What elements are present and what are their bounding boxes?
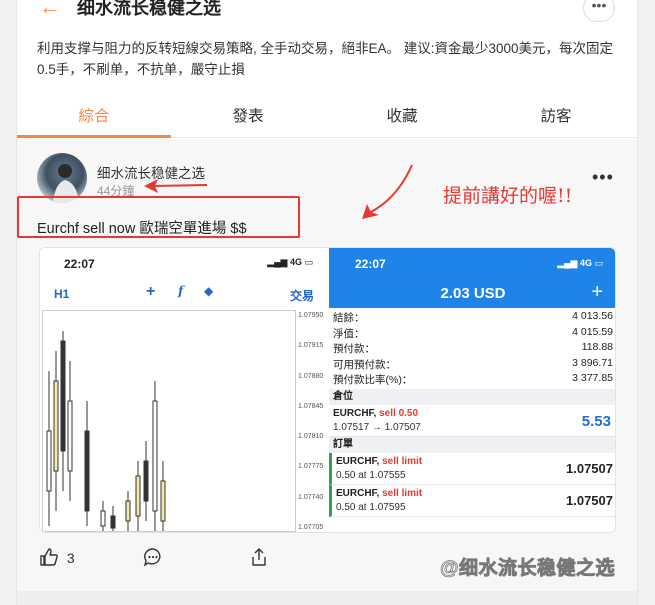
post-more-button[interactable]: ••• — [592, 167, 614, 188]
tab-favorites[interactable]: 收藏 — [325, 104, 479, 126]
order-symbol-text: EURCHF, — [336, 488, 380, 499]
candles — [46, 331, 166, 531]
thumbs-up-icon — [40, 548, 58, 566]
account-row-value: 4 015.59 — [572, 325, 613, 338]
order-side: sell limit — [382, 488, 423, 499]
price-tick: 1.07950 — [298, 312, 324, 319]
new-order-icon: + — [591, 281, 603, 303]
price-tick: 1.07705 — [298, 524, 324, 531]
price-tick: 1.07880 — [298, 373, 324, 380]
tab-visitors[interactable]: 訪客 — [479, 104, 633, 126]
tab-posts[interactable]: 發表 — [171, 104, 325, 126]
positions-section-title: 倉位 — [329, 389, 615, 405]
more-options-button[interactable]: ••• — [583, 0, 615, 22]
account-row: 預付款： 118.88 — [329, 341, 615, 357]
mt-trade-screen: 22:07 ▂▄▆ 4G ▭ 2.03 USD + 結餘： 4 013.56 淨值… — [329, 248, 615, 532]
indicator-icon: f — [178, 284, 184, 298]
account-row-value: 4 013.56 — [572, 310, 613, 322]
order-price: 1.07507 — [566, 493, 613, 508]
position-symbol-text: EURCHF, — [333, 408, 377, 419]
network-label: 4G — [289, 257, 302, 267]
trade-label: 交易 — [290, 289, 315, 303]
orders-section-title: 訂單 — [329, 437, 615, 453]
objects-icon: ◆ — [204, 284, 214, 298]
order-symbol: EURCHF, sell limit — [336, 456, 422, 467]
like-count: 3 — [66, 550, 75, 566]
tab-overview[interactable]: 綜合 — [17, 104, 171, 126]
timeframe-label: H1 — [54, 287, 70, 301]
status-bar: 22:07 ▂▄▆ 4G ▭ — [40, 248, 329, 278]
network-label: 4G — [579, 258, 592, 268]
account-row-label: 預付款比率(%)： — [333, 374, 413, 386]
order-side: sell limit — [382, 456, 423, 467]
account-row-label: 可用預付款： — [333, 358, 396, 371]
mt-chart-screen: 22:07 ▂▄▆ 4G ▭ H1 + f ◆ 交易 1.07950 1.079… — [40, 248, 329, 532]
order-symbol-text: EURCHF, — [336, 456, 380, 467]
account-row-label: 淨值： — [333, 327, 365, 340]
watermark: @细水流长稳健之选 — [440, 558, 616, 580]
network-indicator: ▂▄▆ 4G ▭ — [557, 258, 603, 268]
account-row-label: 結餘： — [333, 312, 365, 324]
order-row: EURCHF, sell limit 0.50 at 1.07595 1.075… — [329, 485, 615, 517]
order-detail: 0.50 at 1.07555 — [336, 470, 406, 481]
profile-description: 利用支撑与阻力的反转短線交易策略, 全手动交易，絕非EA。 建议:資金最少300… — [37, 41, 614, 77]
comment-button[interactable] — [143, 547, 163, 570]
position-profit: 5.53 — [581, 413, 611, 430]
page-title: 细水流长稳健之选 — [77, 0, 221, 18]
post-item: 细水流长稳健之选 44分鐘 ••• Eurchf sell now 歐瑞空單進場… — [17, 139, 637, 605]
account-row-label: 預付款： — [333, 343, 375, 355]
position-symbol: EURCHF, sell 0.50 — [333, 408, 418, 419]
share-button[interactable] — [249, 547, 269, 570]
price-tick: 1.07810 — [298, 433, 324, 440]
share-icon — [252, 548, 266, 566]
trade-screenshot[interactable]: 22:07 ▂▄▆ 4G ▭ H1 + f ◆ 交易 1.07950 1.079… — [39, 247, 616, 533]
price-tick: 1.07740 — [298, 494, 324, 501]
trade-header: 22:07 ▂▄▆ 4G ▭ 2.03 USD + — [329, 248, 615, 308]
annotation-text: 提前講好的喔!! — [443, 185, 573, 207]
account-row-value: 118.88 — [581, 341, 613, 353]
profile-card: ← 细水流长稳健之选 ••• 利用支撑与阻力的反转短線交易策略, 全手动交易，絕… — [16, 0, 638, 605]
position-row: EURCHF, sell 0.50 1.07517 → 1.07507 5.53 — [329, 405, 615, 437]
post-text: Eurchf sell now 歐瑞空單進場 $$ — [37, 221, 247, 237]
price-tick: 1.07775 — [298, 463, 324, 470]
order-price: 1.07507 — [566, 461, 613, 476]
floating-profit: 2.03 USD — [440, 285, 506, 302]
network-indicator: ▂▄▆ 4G ▭ — [267, 257, 313, 267]
active-tab-indicator — [17, 135, 171, 138]
order-row: EURCHF, sell limit 0.50 at 1.07555 1.075… — [329, 453, 615, 485]
candlestick-chart — [42, 310, 296, 532]
price-tick: 1.07845 — [298, 403, 324, 410]
position-detail: 1.07517 → 1.07507 — [333, 422, 421, 433]
account-row: 結餘： 4 013.56 — [329, 310, 615, 326]
arrow-to-post-icon — [368, 164, 413, 214]
top-bar: ← 细水流长稳健之选 ••• — [17, 0, 637, 28]
account-row: 淨值： 4 015.59 — [329, 325, 615, 342]
account-row: 可用預付款： 3 896.71 — [329, 356, 615, 373]
arrow-to-time-icon — [151, 184, 208, 187]
account-row-value: 3 896.71 — [572, 356, 613, 369]
divider — [17, 591, 637, 605]
back-arrow-icon[interactable]: ← — [39, 0, 61, 20]
order-detail: 0.50 at 1.07595 — [336, 502, 406, 513]
account-row: 預付款比率(%)： 3 377.85 — [329, 372, 615, 388]
position-side: sell 0.50 — [379, 408, 419, 419]
like-button[interactable]: 3 — [39, 547, 75, 567]
account-summary: 結餘： 4 013.56 淨值： 4 015.59 預付款： 118.88 可用預付款… — [329, 310, 615, 388]
order-symbol: EURCHF, sell limit — [336, 488, 422, 499]
comment-icon — [143, 548, 161, 567]
status-clock: 22:07 — [64, 257, 95, 271]
price-axis: 1.07950 1.07915 1.07880 1.07845 1.07810 … — [298, 310, 328, 532]
account-row-value: 3 377.85 — [572, 372, 613, 384]
price-tick: 1.07915 — [298, 342, 324, 349]
status-clock: 22:07 — [355, 257, 386, 271]
post-author[interactable]: 细水流长稳健之选 — [97, 162, 205, 182]
crosshair-icon: + — [146, 283, 156, 300]
chart-toolbar: H1 + f ◆ 交易 — [40, 278, 329, 308]
tab-bar: 綜合 發表 收藏 訪客 — [17, 94, 637, 138]
